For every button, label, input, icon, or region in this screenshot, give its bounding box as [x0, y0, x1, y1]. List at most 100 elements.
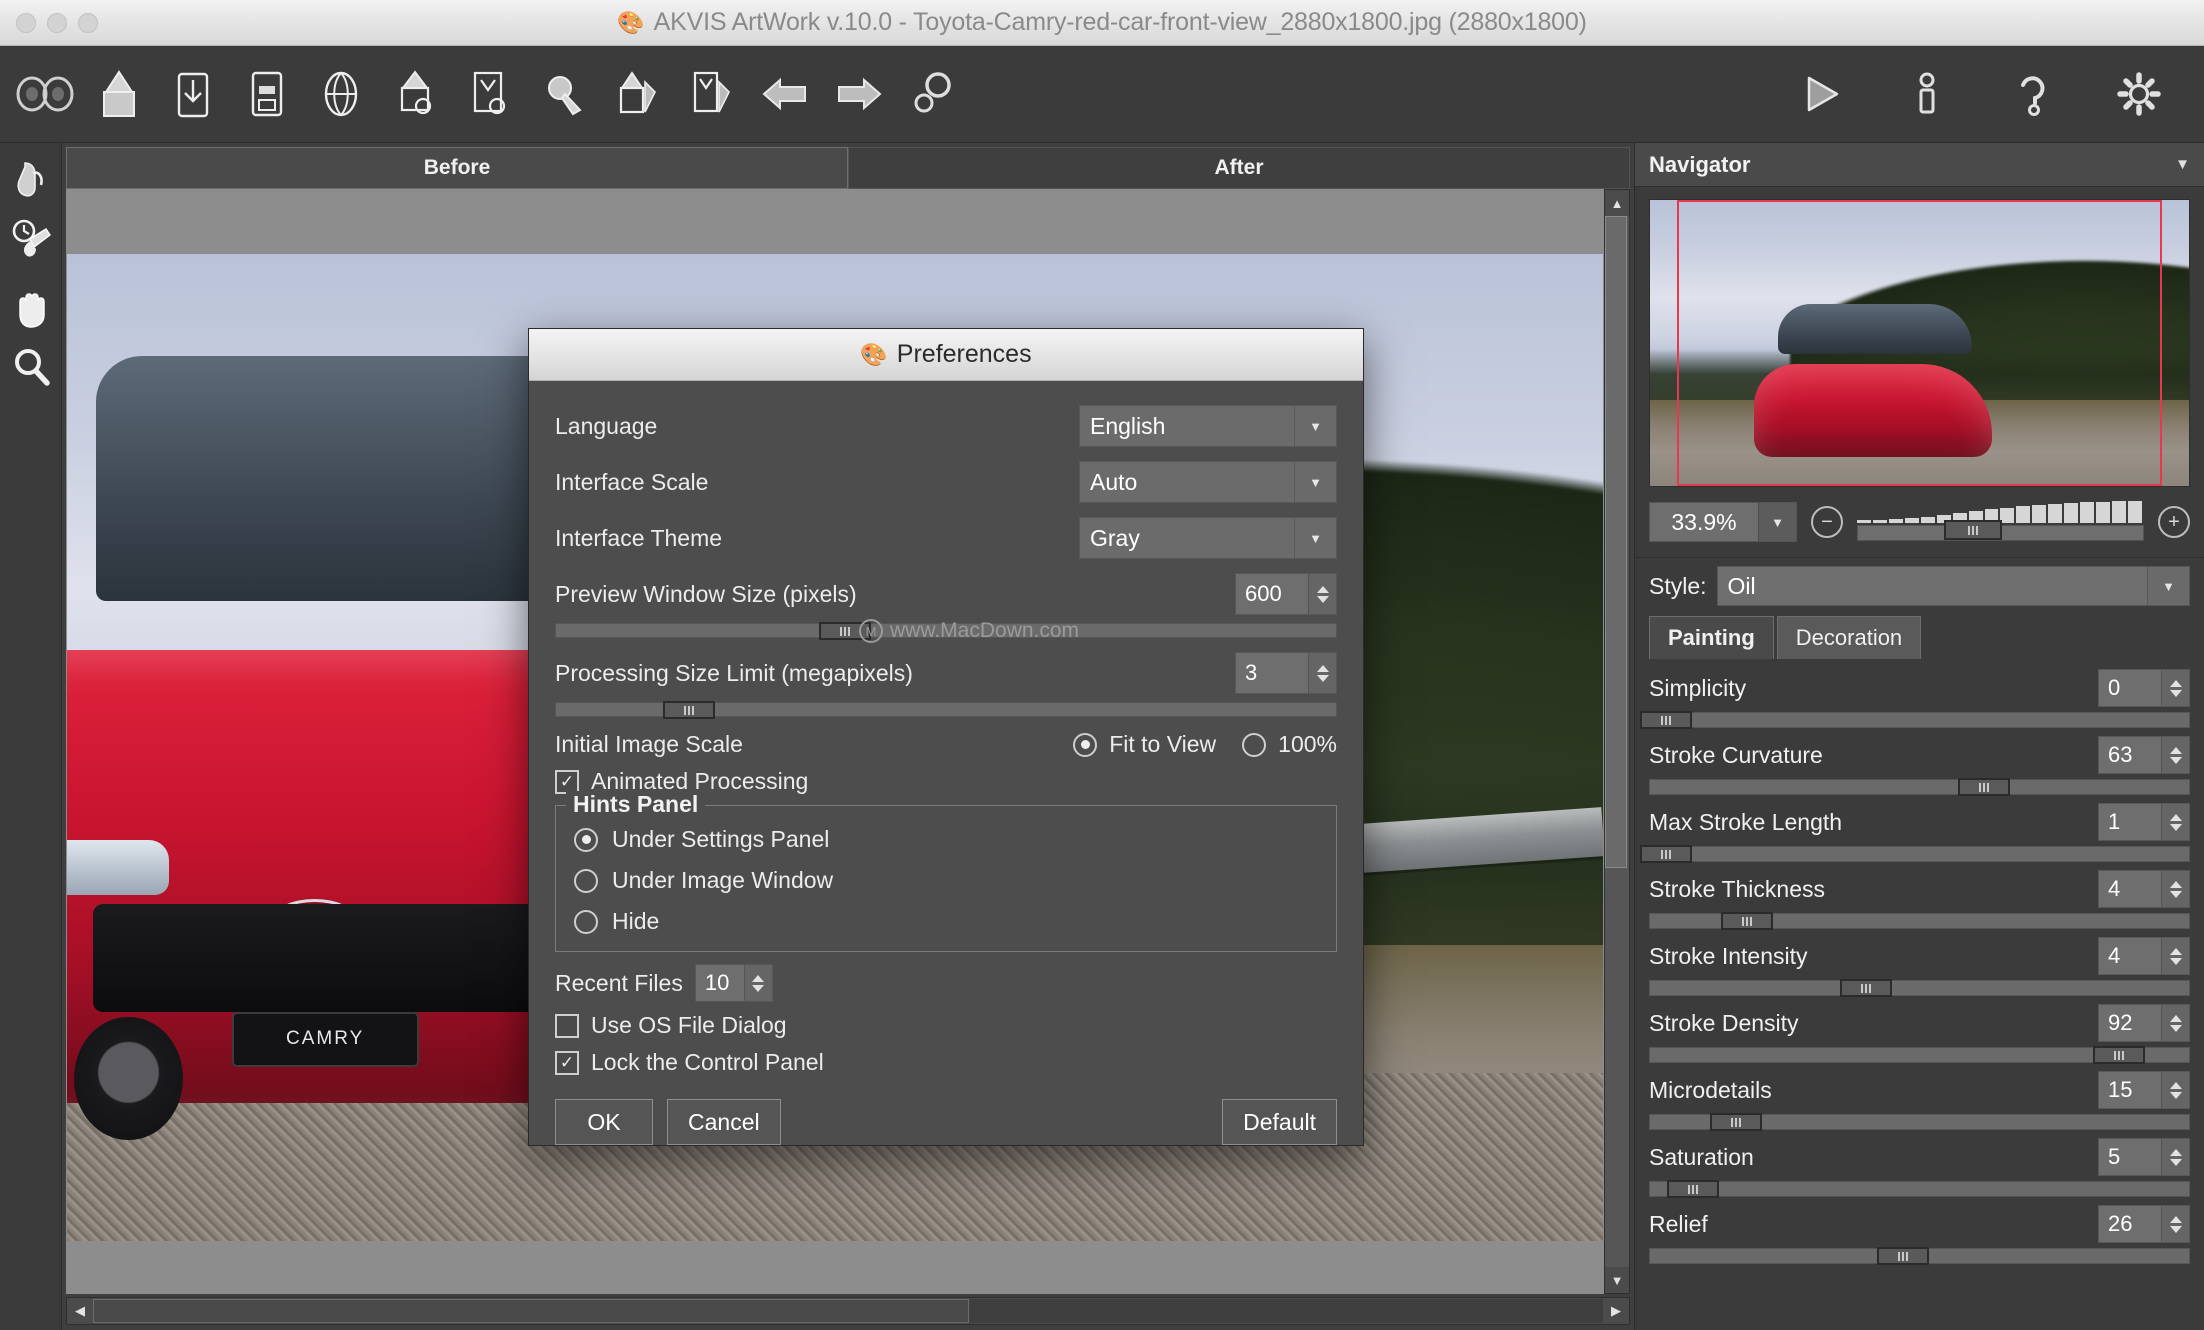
- parameter-stepper[interactable]: 0: [2098, 669, 2190, 707]
- help-button[interactable]: [2002, 63, 2064, 125]
- parameter-slider-thumb[interactable]: [1640, 711, 1693, 729]
- ok-button[interactable]: OK: [555, 1099, 653, 1145]
- parameter-slider[interactable]: [1649, 778, 2190, 796]
- zoom-slider-thumb[interactable]: [1943, 520, 2002, 540]
- copy-settings-button[interactable]: [606, 63, 668, 125]
- parameter-stepper[interactable]: 92: [2098, 1004, 2190, 1042]
- preview-window-size-stepper[interactable]: 600: [1235, 573, 1337, 615]
- zoom-button[interactable]: [78, 12, 98, 33]
- fit-to-view-radio[interactable]: [1073, 732, 1098, 757]
- export-preset-button[interactable]: [458, 63, 520, 125]
- cancel-button[interactable]: Cancel: [667, 1099, 781, 1145]
- tab-before[interactable]: Before: [66, 147, 848, 189]
- language-dropdown[interactable]: English ▼: [1079, 405, 1337, 447]
- parameter-stepper[interactable]: 26: [2098, 1205, 2190, 1243]
- parameter-stepper[interactable]: 4: [2098, 937, 2190, 975]
- interface-theme-dropdown[interactable]: Gray ▼: [1079, 517, 1337, 559]
- parameter-slider[interactable]: [1649, 1046, 2190, 1064]
- import-preset-button[interactable]: [384, 63, 446, 125]
- plus-circle-icon[interactable]: +: [2158, 506, 2190, 538]
- save-image-button[interactable]: [162, 63, 224, 125]
- scroll-left-icon[interactable]: ◀: [67, 1298, 93, 1324]
- parameter-slider[interactable]: [1649, 979, 2190, 997]
- horizontal-scrollbar[interactable]: ◀ ▶: [66, 1297, 1630, 1325]
- parameter-stepper[interactable]: 1: [2098, 803, 2190, 841]
- scroll-up-icon[interactable]: ▲: [1605, 190, 1629, 216]
- vertical-scrollbar[interactable]: ▲ ▼: [1604, 189, 1630, 1294]
- batch-processing-button[interactable]: [902, 63, 964, 125]
- lock-control-panel-row[interactable]: ✓ Lock the Control Panel: [555, 1049, 1337, 1076]
- stepper-arrows[interactable]: [2161, 670, 2189, 706]
- open-image-button[interactable]: [88, 63, 150, 125]
- hints-under-image-option[interactable]: Under Image Window: [574, 867, 1318, 894]
- scroll-down-icon[interactable]: ▼: [1605, 1267, 1629, 1293]
- vscroll-track[interactable]: [1605, 216, 1629, 1267]
- processing-size-limit-thumb[interactable]: [662, 701, 715, 719]
- interface-scale-dropdown[interactable]: Auto ▼: [1079, 461, 1337, 503]
- parameter-slider[interactable]: [1649, 912, 2190, 930]
- minus-circle-icon[interactable]: −: [1811, 506, 1843, 538]
- scale-100-radio[interactable]: [1242, 732, 1267, 757]
- parameter-slider-thumb[interactable]: [1877, 1247, 1930, 1265]
- stepper-arrows[interactable]: [2161, 938, 2189, 974]
- stepper-arrows[interactable]: [2161, 871, 2189, 907]
- chevron-down-icon[interactable]: ▼: [1294, 518, 1336, 558]
- zoom-slider[interactable]: [1857, 501, 2144, 543]
- stepper-arrows[interactable]: [1308, 574, 1336, 614]
- parameter-slider-thumb[interactable]: [1667, 1180, 1720, 1198]
- history-brush-tool[interactable]: [4, 209, 58, 269]
- chevron-down-icon[interactable]: ▼: [1294, 462, 1336, 502]
- chevron-down-icon[interactable]: ▼: [1758, 503, 1796, 541]
- use-os-file-dialog-row[interactable]: Use OS File Dialog: [555, 1012, 1337, 1039]
- parameter-slider-thumb[interactable]: [1710, 1113, 1763, 1131]
- hints-hide-radio[interactable]: [574, 909, 598, 934]
- scroll-right-icon[interactable]: ▶: [1603, 1298, 1629, 1324]
- stepper-arrows[interactable]: [743, 965, 772, 1001]
- smudge-tool[interactable]: [4, 149, 58, 209]
- navigator-thumbnail[interactable]: [1649, 199, 2190, 487]
- style-dropdown[interactable]: Oil ▼: [1716, 566, 2190, 606]
- parameter-slider[interactable]: [1649, 1113, 2190, 1131]
- redo-button[interactable]: [828, 63, 890, 125]
- zoom-tool[interactable]: [4, 337, 58, 397]
- stepper-arrows[interactable]: [2161, 737, 2189, 773]
- chevron-down-icon[interactable]: ▼: [1294, 406, 1336, 446]
- stepper-arrows[interactable]: [1308, 653, 1336, 693]
- hints-under-settings-radio[interactable]: [574, 827, 598, 852]
- parameter-slider-thumb[interactable]: [1721, 912, 1774, 930]
- hscroll-track[interactable]: [93, 1299, 1603, 1323]
- parameter-slider-thumb[interactable]: [1640, 845, 1693, 863]
- stepper-arrows[interactable]: [2161, 1139, 2189, 1175]
- akvis-logo[interactable]: [14, 63, 76, 125]
- parameter-slider[interactable]: [1649, 1180, 2190, 1198]
- parameter-slider-thumb[interactable]: [1839, 979, 1892, 997]
- tab-after[interactable]: After: [848, 147, 1630, 189]
- recent-files-stepper[interactable]: 10: [694, 964, 773, 1002]
- parameter-slider-thumb[interactable]: [1958, 778, 2011, 796]
- run-button[interactable]: [1790, 63, 1852, 125]
- parameter-stepper[interactable]: 63: [2098, 736, 2190, 774]
- about-button[interactable]: [1896, 63, 1958, 125]
- preferences-button[interactable]: [2108, 63, 2170, 125]
- paste-settings-button[interactable]: [680, 63, 742, 125]
- default-button[interactable]: Default: [1222, 1099, 1337, 1145]
- hints-under-image-radio[interactable]: [574, 868, 598, 893]
- minimize-button[interactable]: [47, 12, 67, 33]
- hints-under-settings-option[interactable]: Under Settings Panel: [574, 826, 1318, 853]
- history-brush-button[interactable]: [532, 63, 594, 125]
- parameter-stepper[interactable]: 15: [2098, 1071, 2190, 1109]
- tab-decoration[interactable]: Decoration: [1776, 616, 1922, 659]
- processing-size-limit-stepper[interactable]: 3: [1235, 652, 1337, 694]
- navigator-viewport-rect[interactable]: [1676, 200, 2163, 486]
- processing-size-limit-slider[interactable]: [555, 701, 1337, 719]
- parameter-stepper[interactable]: 4: [2098, 870, 2190, 908]
- preview-window-size-thumb[interactable]: [818, 622, 871, 640]
- undo-button[interactable]: [754, 63, 816, 125]
- parameter-slider-thumb[interactable]: [2092, 1046, 2145, 1064]
- parameter-slider[interactable]: [1640, 711, 2190, 729]
- close-button[interactable]: [16, 12, 36, 33]
- fit-to-view-option[interactable]: Fit to View: [1073, 731, 1216, 758]
- stepper-arrows[interactable]: [2161, 1206, 2189, 1242]
- zoom-level-field[interactable]: 33.9% ▼: [1649, 502, 1797, 542]
- hand-tool[interactable]: [4, 277, 58, 337]
